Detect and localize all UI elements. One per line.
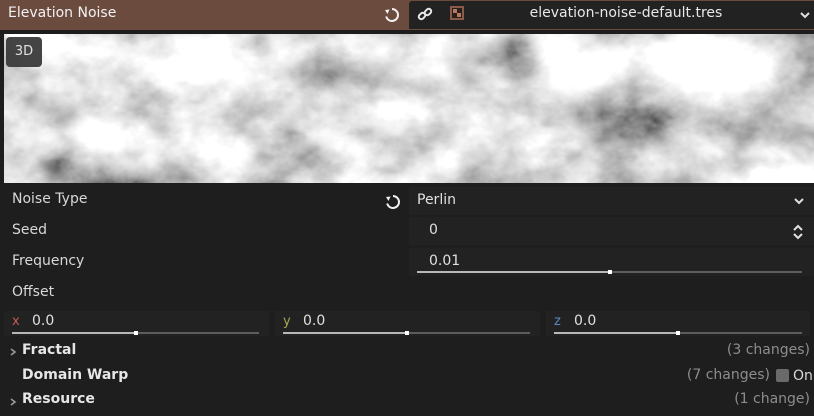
noise-type-dropdown[interactable] [409,187,814,215]
seed-spinbox[interactable] [409,217,814,245]
domain-warp-on-label: On [793,368,813,384]
offset-z-slider-handle[interactable] [676,331,680,335]
domain-warp-changes-count: (7 changes) [686,367,770,383]
offset-x-slider-fill [12,332,136,334]
noise-preview [4,34,814,183]
chevron-right-icon[interactable] [8,395,18,406]
noise-type-label: Noise Type [12,191,88,207]
section-fractal[interactable]: Fractal [22,342,76,358]
offset-y-axis-label: y [283,314,291,329]
link-icon[interactable] [417,6,433,22]
view-3d-button[interactable]: 3D [6,37,42,67]
section-domain-warp[interactable]: Domain Warp [22,367,128,383]
offset-label: Offset [12,284,55,300]
resource-title: Elevation Noise [8,5,117,21]
offset-y-value: 0.0 [303,313,326,329]
offset-x-value: 0.0 [32,313,55,329]
chevron-down-icon[interactable] [799,9,811,21]
offset-x-axis-label: x [12,314,20,329]
offset-y-slider-fill [283,332,407,334]
domain-warp-checkbox[interactable] [776,369,789,382]
seed-label: Seed [12,222,47,238]
offset-z-axis-label: z [554,314,561,329]
offset-y-slider-handle[interactable] [405,331,409,335]
up-down-stepper-icon[interactable] [792,224,804,240]
noise-type-value: Perlin [417,192,456,208]
section-resource[interactable]: Resource [22,391,95,407]
resource-file-name: elevation-noise-default.tres [529,5,723,21]
chevron-right-icon[interactable] [8,345,18,356]
fractal-changes-count: (3 changes) [726,342,810,358]
noise-texture-icon [449,5,465,21]
revert-icon[interactable] [384,193,402,211]
frequency-slider-fill [417,271,610,273]
frequency-slider-handle[interactable] [608,270,612,274]
offset-x-slider-handle[interactable] [134,331,138,335]
revert-icon[interactable] [383,6,401,24]
chevron-down-icon[interactable] [793,195,805,207]
frequency-label: Frequency [12,253,85,269]
offset-z-value: 0.0 [574,313,597,329]
frequency-value: 0.01 [429,253,461,269]
resource-changes-count: (1 change) [734,391,810,407]
seed-value: 0 [429,222,438,238]
offset-z-slider-fill [554,332,678,334]
